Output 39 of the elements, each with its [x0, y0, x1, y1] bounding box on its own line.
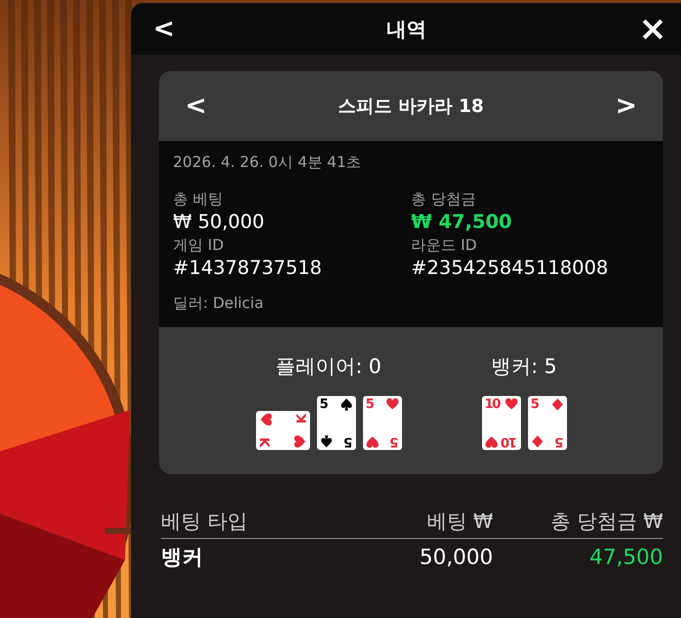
field-value: ₩ 50,000	[173, 210, 266, 234]
field-label: 게임 ID	[173, 235, 225, 256]
card-rank: 10	[502, 435, 518, 448]
back-button[interactable]: <	[149, 16, 179, 42]
field-value: #235425845118008	[411, 256, 610, 280]
game-title: 스피드 바카라 18	[338, 95, 484, 118]
card-rank: 5	[390, 435, 398, 448]
field-value: #14378737518	[173, 256, 323, 280]
round-datetime: 2026. 4. 26. 0시 4분 41초	[173, 153, 362, 172]
column-header: 베팅 ₩	[426, 508, 493, 534]
heart-icon	[294, 435, 306, 448]
heart-icon	[484, 435, 498, 448]
field-label: 총 베팅	[173, 189, 224, 210]
card-rank: 10	[484, 398, 500, 411]
card-rank: 5	[530, 398, 538, 411]
close-button[interactable]: ×	[634, 12, 671, 46]
table-cell-text: 뱅커	[161, 544, 204, 571]
field-label: 총 당첨금	[411, 189, 477, 210]
panel-title: 내역	[386, 16, 427, 42]
column-header: 베팅 타입	[161, 508, 248, 534]
previous-button[interactable]: <	[181, 93, 211, 119]
card-rank: 5	[320, 398, 328, 411]
table-cell-text: 47,500	[588, 545, 663, 569]
column-header: 총 당첨금 ₩	[550, 508, 663, 534]
card-rank: 5	[366, 398, 374, 411]
card-rank: 5	[556, 435, 564, 448]
hand-score: 플레이어: 0	[276, 353, 382, 380]
table-cell-text: 50,000	[418, 545, 493, 569]
spade-icon	[320, 435, 332, 448]
card-rank: 5	[344, 435, 352, 448]
next-button[interactable]: >	[611, 93, 641, 119]
card-rank: K	[256, 437, 270, 446]
diamond-icon	[530, 435, 544, 448]
field-value: ₩ 47,500	[411, 210, 513, 234]
card-rank: K	[296, 415, 309, 424]
heart-icon	[366, 435, 378, 448]
dealer-name: 딜러: Delicia	[173, 294, 265, 313]
hand-score: 뱅커: 5	[491, 353, 557, 380]
field-label: 라운드 ID	[411, 235, 478, 256]
